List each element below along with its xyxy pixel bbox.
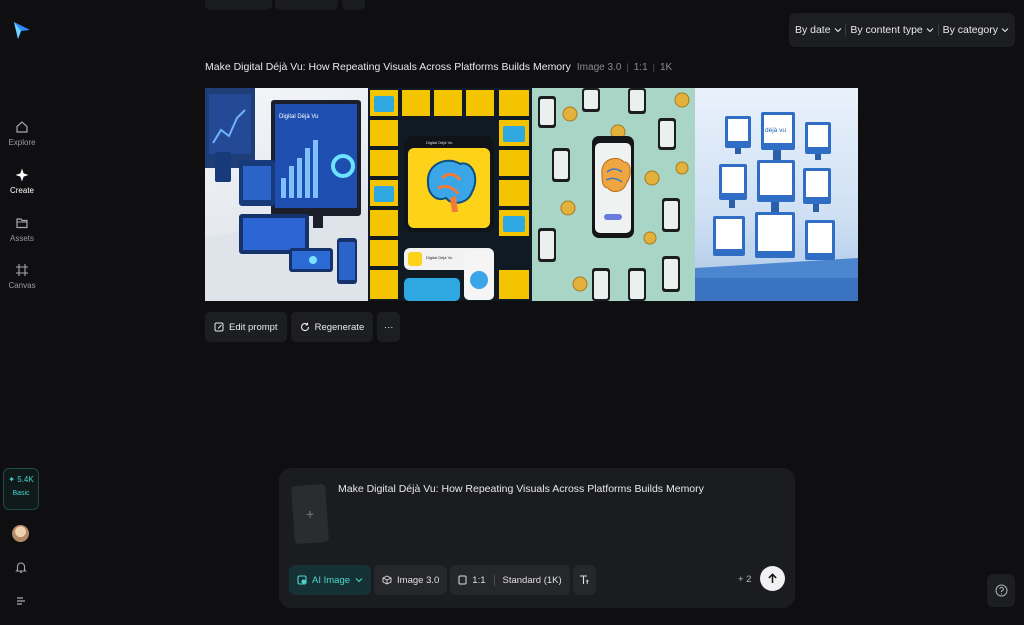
divider: | <box>652 62 655 72</box>
model-label: Image 3.0 <box>397 574 440 586</box>
filter-label: By category <box>942 24 999 36</box>
generation-model: Image 3.0 <box>576 61 622 73</box>
more-options-button[interactable]: ··· <box>377 312 401 342</box>
model-selector[interactable]: Image 3.0 <box>374 565 448 595</box>
text-format-icon <box>580 575 589 584</box>
aspect-ratio-icon <box>458 575 467 585</box>
chevron-down-icon <box>355 578 363 583</box>
generation-title: Make Digital Déjà Vu: How Repeating Visu… <box>205 61 571 73</box>
edit-prompt-label: Edit prompt <box>229 321 278 333</box>
generated-image-2[interactable]: Digital Déjà Vu Digital Déjà Vu <box>368 88 532 301</box>
nav-label: Canvas <box>8 281 36 290</box>
filter-label: By date <box>794 24 831 36</box>
filter-label: By content type <box>850 24 923 36</box>
cube-icon <box>382 575 392 585</box>
ratio-quality-selector[interactable]: 1:1 Standard (1K) <box>450 565 570 595</box>
chevron-down-icon <box>834 28 841 33</box>
generated-image-1[interactable]: Digital Déjà Vu <box>205 88 369 301</box>
image-4-artwork: déjà vu <box>694 112 858 301</box>
nav-label: Create <box>9 186 34 195</box>
send-button[interactable] <box>760 566 785 591</box>
nav-label: Assets <box>9 234 34 243</box>
divider: | <box>626 62 629 72</box>
filter-bar: By date By content type By category <box>789 13 1015 47</box>
image-1-artwork: Digital Déjà Vu <box>205 88 368 301</box>
image-2-card-text: Digital Déjà Vu <box>426 255 452 260</box>
plus-icon: + <box>305 505 315 523</box>
ratio-label: 1:1 <box>472 574 486 586</box>
text-style-button[interactable] <box>572 565 596 595</box>
composer-toolbar: AI Image Image 3.0 1:1 Standard (1K) <box>289 565 596 595</box>
extra-count[interactable]: + 2 <box>738 574 751 585</box>
image-2-artwork: Digital Déjà Vu Digital Déjà Vu <box>370 90 530 301</box>
generation-resolution: 1K <box>659 61 673 73</box>
nav-item-create[interactable]: Create <box>0 168 44 195</box>
divider <box>845 24 847 36</box>
avatar[interactable] <box>12 525 29 542</box>
divider <box>937 24 939 36</box>
nav-label: Explore <box>8 138 36 147</box>
nav-item-assets[interactable]: Assets <box>0 216 44 243</box>
credits-amount: ✦ 5.4K <box>8 475 34 484</box>
regenerate-button[interactable]: Regenerate <box>290 312 374 342</box>
prompt-composer: + Make Digital Déjà Vu: How Repeating Vi… <box>279 468 795 608</box>
image-1-screen-text: Digital Déjà Vu <box>279 114 318 120</box>
quality-label: Standard (1K) <box>502 574 562 586</box>
sparkle-icon <box>15 168 29 182</box>
plan-label: Basic <box>12 490 30 497</box>
edit-prompt-button[interactable]: Edit prompt <box>205 312 287 342</box>
chevron-down-icon <box>1001 28 1009 33</box>
credits-badge[interactable]: ✦ 5.4K Basic <box>3 468 39 510</box>
canvas-icon <box>16 264 28 276</box>
filter-by-date[interactable]: By date <box>795 24 842 36</box>
help-button[interactable] <box>987 574 1015 607</box>
menu-icon[interactable] <box>14 594 28 608</box>
filter-by-category[interactable]: By category <box>943 24 1009 36</box>
nav-item-canvas[interactable]: Canvas <box>0 263 44 290</box>
prompt-input[interactable]: Make Digital Déjà Vu: How Repeating Visu… <box>338 483 704 495</box>
previous-edit-button[interactable] <box>205 0 272 10</box>
previous-more-button[interactable] <box>342 0 365 10</box>
more-icon: ··· <box>383 321 394 333</box>
chevron-down-icon <box>926 28 934 33</box>
divider <box>493 574 495 586</box>
generation-header: Make Digital Déjà Vu: How Repeating Visu… <box>205 60 672 74</box>
app-window: Explore Create Assets Canvas ✦ 5.4K Basi… <box>0 0 1024 625</box>
home-icon <box>16 121 28 133</box>
image-4-screen-text: déjà vu <box>765 127 786 134</box>
mode-selector[interactable]: AI Image <box>289 565 372 595</box>
folder-icon <box>16 218 28 229</box>
generation-ratio: 1:1 <box>633 61 648 73</box>
image-2-header-text: Digital Déjà Vu <box>426 140 452 145</box>
refresh-icon <box>300 322 309 332</box>
mode-label: AI Image <box>312 574 351 586</box>
edit-icon <box>214 322 224 332</box>
logo-icon[interactable] <box>11 19 33 41</box>
previous-regenerate-button[interactable] <box>275 0 338 10</box>
bell-icon[interactable] <box>14 560 28 574</box>
help-icon <box>995 584 1007 597</box>
image-mode-icon <box>297 575 307 585</box>
filter-by-content-type[interactable]: By content type <box>850 24 934 36</box>
arrow-up-icon <box>768 573 777 583</box>
nav-item-explore[interactable]: Explore <box>0 120 44 147</box>
generated-images: Digital Déjà Vu Digital Déjà Vu Digital … <box>205 88 858 301</box>
image-3-artwork <box>537 88 689 301</box>
add-reference-image-button[interactable]: + <box>291 483 329 545</box>
regenerate-label: Regenerate <box>314 321 365 333</box>
generated-image-3[interactable] <box>531 88 695 301</box>
generated-image-4[interactable]: déjà vu <box>694 88 858 301</box>
generation-actions: Edit prompt Regenerate ··· <box>205 312 401 342</box>
sidebar: Explore Create Assets Canvas ✦ 5.4K Basi… <box>0 0 44 625</box>
